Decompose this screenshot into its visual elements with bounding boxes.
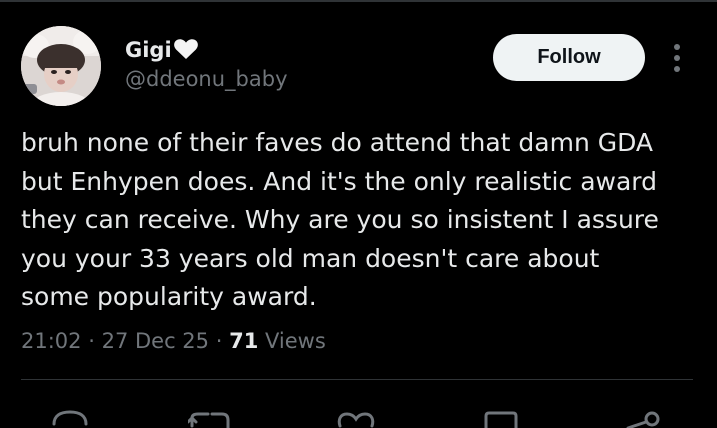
- tweet-line: you your 33 years old man doesn't care a…: [21, 243, 600, 273]
- reply-icon[interactable]: [48, 404, 92, 428]
- more-options-icon[interactable]: [662, 42, 692, 74]
- divider: [21, 379, 693, 380]
- tweet-line: but Enhypen does. And it's the only real…: [21, 166, 657, 196]
- tweet-line: bruh none of their faves do attend that …: [21, 128, 654, 157]
- white-heart-icon: [173, 38, 199, 67]
- user-handle[interactable]: @ddeonu_baby: [125, 65, 288, 93]
- tweet-date[interactable]: 27 Dec 25: [102, 329, 209, 353]
- avatar[interactable]: [21, 26, 101, 106]
- retweet-icon[interactable]: [188, 404, 232, 428]
- display-name[interactable]: Gigi: [125, 36, 199, 67]
- tweet-line: some popularity award.: [21, 282, 317, 311]
- meta-separator: ·: [88, 329, 95, 353]
- views-count: 71: [229, 329, 259, 353]
- display-name-text: Gigi: [125, 38, 172, 62]
- top-border: [0, 0, 717, 2]
- tweet-text: bruh none of their faves do attend that …: [21, 124, 701, 317]
- tweet-time[interactable]: 21:02: [21, 329, 82, 353]
- share-icon[interactable]: [622, 404, 666, 428]
- follow-button[interactable]: Follow: [493, 34, 645, 81]
- tweet-metadata: 21:02 · 27 Dec 25 · 71 Views: [21, 327, 326, 355]
- avatar-image: [21, 26, 101, 106]
- tweet-line: they can receive. Why are you so insiste…: [21, 205, 659, 234]
- meta-separator: ·: [215, 329, 223, 353]
- views-label: Views: [265, 329, 326, 353]
- bookmark-icon[interactable]: [481, 404, 525, 428]
- like-icon[interactable]: [336, 404, 380, 428]
